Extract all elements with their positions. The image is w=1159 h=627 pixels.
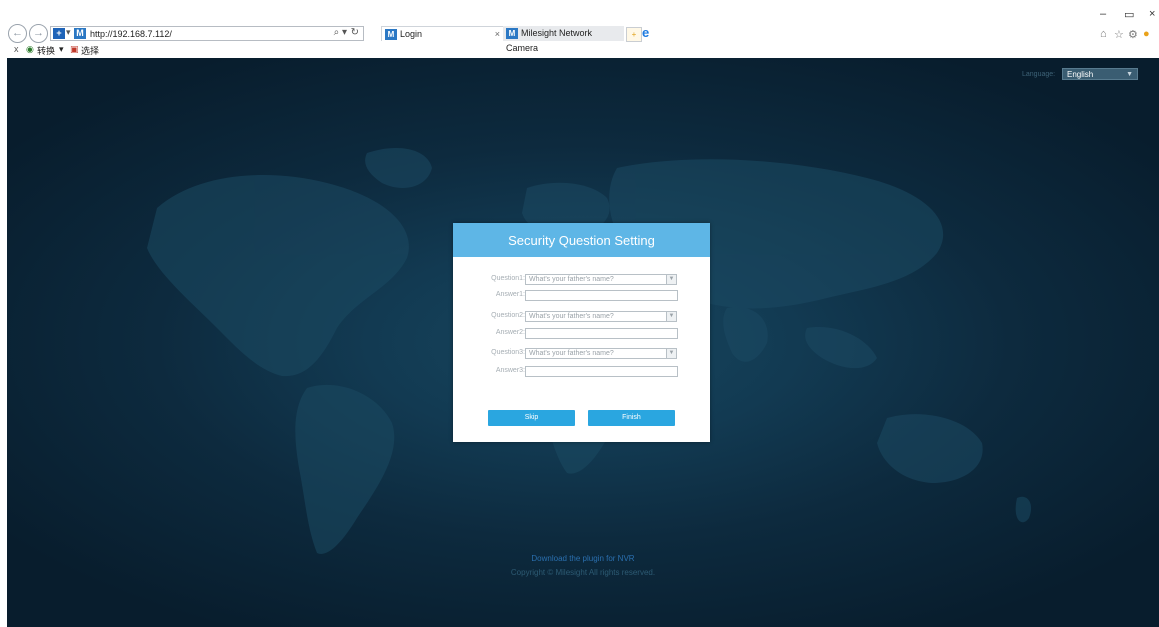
chevron-down-icon: ▼ [666, 311, 677, 322]
select-icon: ▣ [70, 44, 79, 54]
milesight-icon: M [385, 29, 397, 41]
answer1-row: Answer1: [453, 290, 710, 302]
close-window-button[interactable]: × [1149, 8, 1155, 20]
download-plugin-link[interactable]: Download the plugin for NVR [7, 554, 1159, 563]
question1-row: Question1: What's your father's name? ▼ [453, 274, 710, 286]
browser-chrome: ← → + ▾ M http://192.168.7.112/ ⌕ ▾ ↻ ML… [0, 0, 1159, 58]
question3-value: What's your father's name? [529, 350, 614, 357]
answer3-row: Answer3: [453, 366, 710, 378]
favorites-star-icon[interactable]: ☆ [1114, 28, 1124, 41]
tab-label: Login [400, 29, 423, 39]
answer2-input[interactable] [525, 328, 678, 339]
gear-icon[interactable]: ⚙ [1128, 28, 1138, 41]
copyright-text: Copyright © Milesight All rights reserve… [510, 568, 656, 577]
back-button[interactable]: ← [8, 24, 27, 43]
refresh-icon[interactable]: ↻ [351, 27, 359, 38]
security-question-dialog: Security Question Setting Question1: Wha… [453, 223, 710, 442]
chevron-down-icon: ▼ [666, 348, 677, 359]
minimize-button[interactable]: – [1100, 8, 1106, 20]
language-select[interactable]: English ▼ [1062, 68, 1138, 80]
favorite-select[interactable]: 选择 [81, 44, 99, 57]
smiley-icon[interactable]: ● [1143, 28, 1150, 40]
question2-select[interactable]: What's your father's name? ▼ [525, 311, 677, 322]
answer1-label: Answer1: [495, 291, 525, 298]
url-text[interactable]: http://192.168.7.112/ [90, 28, 172, 40]
forward-button[interactable]: → [29, 24, 48, 43]
language-label: Language: [1022, 71, 1056, 78]
compatibility-icon[interactable]: + [53, 28, 65, 39]
question3-label: Question3: [491, 349, 525, 356]
milesight-icon: M [506, 28, 518, 40]
question3-select[interactable]: What's your father's name? ▼ [525, 348, 677, 359]
language-value: English [1067, 70, 1094, 79]
search-icon[interactable]: ⌕ ▾ [334, 27, 347, 38]
favorite-convert[interactable]: 转换 [37, 44, 55, 57]
site-favicon-icon: M [74, 28, 86, 39]
close-icon[interactable]: × [495, 27, 500, 42]
home-icon[interactable]: ⌂ [1100, 28, 1107, 40]
answer2-label: Answer2: [495, 329, 525, 336]
chevron-down-icon[interactable]: ▾ [59, 44, 64, 55]
question2-row: Question2: What's your father's name? ▼ [453, 311, 710, 323]
chevron-down-icon: ▼ [666, 274, 677, 285]
favorites-bar: x ◉ 转换 ▾ ▣ 选择 [0, 43, 1159, 57]
question2-label: Question2: [491, 312, 525, 319]
skip-button[interactable]: Skip [488, 410, 575, 426]
answer2-row: Answer2: [453, 328, 710, 340]
dialog-title: Security Question Setting [453, 223, 710, 257]
question1-label: Question1: [491, 275, 525, 282]
question1-select[interactable]: What's your father's name? ▼ [525, 274, 677, 285]
page-background: Language: English ▼ Security Question Se… [7, 58, 1159, 627]
answer3-label: Answer3: [495, 367, 525, 374]
finish-button[interactable]: Finish [588, 410, 675, 426]
tab-login[interactable]: M Login × [381, 26, 505, 41]
chevron-down-icon: ▼ [1126, 71, 1133, 78]
address-bar[interactable]: + ▾ M http://192.168.7.112/ ⌕ ▾ ↻ [50, 26, 364, 41]
answer3-input[interactable] [525, 366, 678, 377]
question3-row: Question3: What's your father's name? ▼ [453, 348, 710, 360]
restore-button[interactable]: ▭ [1124, 8, 1134, 21]
tab-milesight-network-camera[interactable]: M Milesight Network Camera [503, 26, 624, 53]
answer1-input[interactable] [525, 290, 678, 301]
question1-value: What's your father's name? [529, 276, 614, 283]
close-icon[interactable]: x [14, 44, 19, 54]
convert-icon: ◉ [26, 44, 34, 54]
ie-icon: e [642, 25, 650, 40]
chevron-down-icon[interactable]: ▾ [66, 27, 71, 38]
new-tab-icon[interactable]: + [626, 27, 642, 42]
question2-value: What's your father's name? [529, 313, 614, 320]
